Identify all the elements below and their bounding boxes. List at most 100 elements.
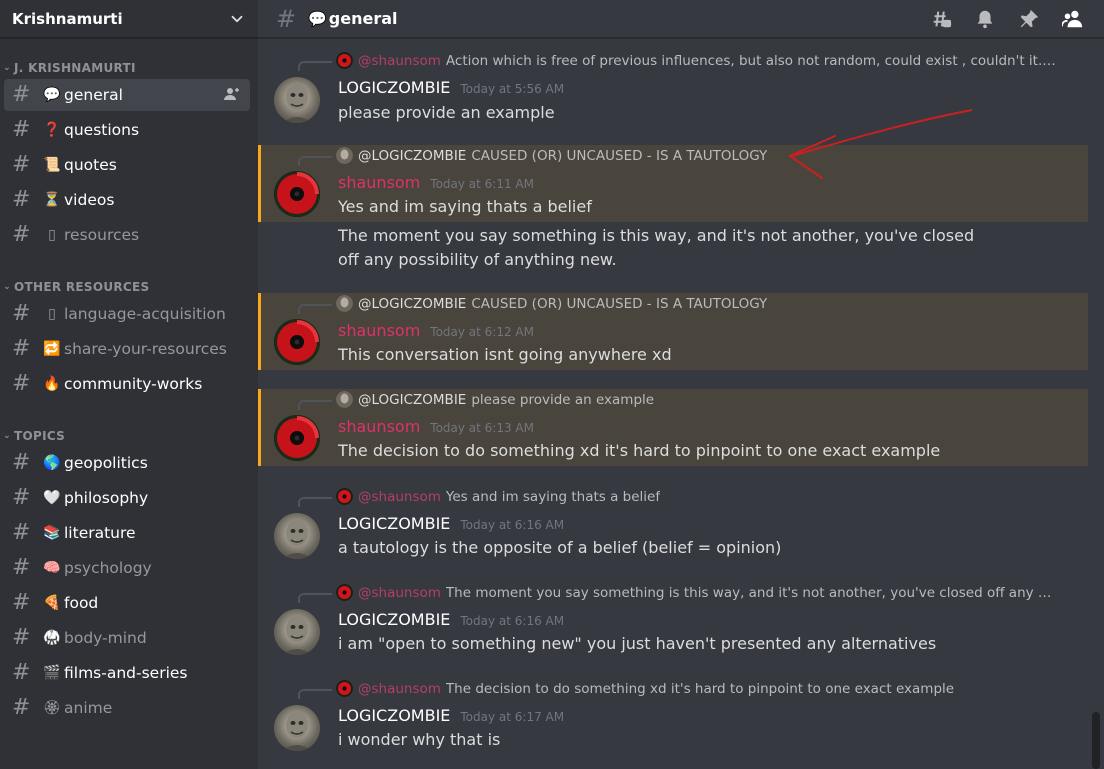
channel-questions[interactable]: # ❓ questions xyxy=(4,114,250,146)
reply-preview[interactable]: @shaunsom The decision to do something x… xyxy=(336,680,1056,697)
channel-label: general xyxy=(64,86,123,104)
user-avatar[interactable] xyxy=(274,171,320,217)
author-name[interactable]: shaunsom xyxy=(338,173,420,192)
chevron-down-icon[interactable] xyxy=(228,10,246,28)
reply-author[interactable]: @shaunsom xyxy=(358,681,441,697)
channel-general[interactable]: # 💬 general xyxy=(4,79,250,111)
author-line: shaunsom Today at 6:12 AM xyxy=(338,321,534,340)
reply-author[interactable]: @shaunsom xyxy=(358,585,441,601)
channel-list: ⌄ J. KRISHNAMURTI # 💬 general # ❓ questi… xyxy=(0,38,258,724)
server-name: Krishnamurti xyxy=(12,9,123,28)
author-name[interactable]: LOGICZOMBIE xyxy=(338,610,450,629)
channel-videos[interactable]: # ⏳ videos xyxy=(4,184,250,216)
heart-icon: 🤍 xyxy=(43,490,61,506)
channel-resources[interactable]: # ▯ resources xyxy=(4,219,250,251)
channel-literature[interactable]: # 📚 literature xyxy=(4,517,250,549)
message-content: Yes and im saying thats a belief xyxy=(338,197,592,216)
message-content: The decision to do something xd it's har… xyxy=(338,441,941,460)
message-mention[interactable]: @LOGICZOMBIE CAUSED (OR) UNCAUSED - IS A… xyxy=(258,293,1088,370)
message-mention[interactable]: @LOGICZOMBIE CAUSED (OR) UNCAUSED - IS A… xyxy=(258,145,1088,222)
reply-author[interactable]: @LOGICZOMBIE xyxy=(358,148,466,164)
threads-icon[interactable] xyxy=(928,6,954,32)
reply-connector xyxy=(298,593,332,603)
user-avatar[interactable] xyxy=(274,415,320,461)
channel-label: resources xyxy=(64,226,140,244)
message-content: i am "open to something new" you just ha… xyxy=(338,634,937,653)
reply-author[interactable]: @LOGICZOMBIE xyxy=(358,392,466,408)
channel-share-your-resources[interactable]: # 🔁 share-your-resources xyxy=(4,333,250,365)
hourglass-icon: ⏳ xyxy=(43,192,61,208)
book-icon: ▯ xyxy=(48,227,56,243)
pin-icon[interactable] xyxy=(1016,6,1042,32)
author-name[interactable]: LOGICZOMBIE xyxy=(338,514,450,533)
reply-preview[interactable]: @shaunsom The moment you say something i… xyxy=(336,584,1056,601)
reply-author[interactable]: @shaunsom xyxy=(358,53,441,69)
hashtag-icon: # xyxy=(12,301,31,326)
chevron-down-icon: ⌄ xyxy=(3,63,11,73)
message[interactable]: @shaunsom Action which is free of previo… xyxy=(258,50,1088,132)
reply-preview[interactable]: @LOGICZOMBIE CAUSED (OR) UNCAUSED - IS A… xyxy=(336,295,1056,312)
channel-quotes[interactable]: # 📜 quotes xyxy=(4,149,250,181)
user-avatar[interactable] xyxy=(274,609,320,655)
channel-label: share-your-resources xyxy=(64,340,227,358)
reply-preview[interactable]: @shaunsom Yes and im saying thats a beli… xyxy=(336,488,1056,505)
notification-bell-icon[interactable] xyxy=(972,6,998,32)
channel-community-works[interactable]: # 🔥 community-works xyxy=(4,368,250,400)
message[interactable]: @shaunsom The moment you say something i… xyxy=(258,582,1088,664)
zombie-avatar-icon xyxy=(336,295,353,312)
reply-author[interactable]: @shaunsom xyxy=(358,489,441,505)
poppy-avatar-icon xyxy=(336,488,353,505)
channel-label: anime xyxy=(64,699,113,717)
poppy-avatar-icon xyxy=(336,52,353,69)
server-header[interactable]: Krishnamurti xyxy=(0,0,258,38)
reply-connector xyxy=(298,497,332,507)
header-toolbar xyxy=(928,6,1086,32)
author-line: LOGICZOMBIE Today at 6:16 AM xyxy=(338,514,564,533)
reply-preview[interactable]: @LOGICZOMBIE CAUSED (OR) UNCAUSED - IS A… xyxy=(336,147,1056,164)
channel-psychology[interactable]: # 🧠 psychology xyxy=(4,552,250,584)
add-member-icon[interactable] xyxy=(224,87,240,104)
channel-body-mind[interactable]: # 🥋 body-mind xyxy=(4,622,250,654)
author-name[interactable]: LOGICZOMBIE xyxy=(338,706,450,725)
user-avatar[interactable] xyxy=(274,319,320,365)
category-j-krishnamurti[interactable]: ⌄ J. KRISHNAMURTI xyxy=(0,50,258,76)
channel-philosophy[interactable]: # 🤍 philosophy xyxy=(4,482,250,514)
member-list-icon[interactable] xyxy=(1060,6,1086,32)
martial-arts-icon: 🥋 xyxy=(43,630,61,646)
reply-preview[interactable]: @shaunsom Action which is free of previo… xyxy=(336,52,1056,69)
zombie-avatar-icon xyxy=(336,391,353,408)
author-line: LOGICZOMBIE Today at 6:16 AM xyxy=(338,610,564,629)
message[interactable]: @shaunsom Yes and im saying thats a beli… xyxy=(258,486,1088,568)
category-other-resources[interactable]: ⌄ OTHER RESOURCES xyxy=(0,269,258,295)
category-topics[interactable]: ⌄ TOPICS xyxy=(0,418,258,444)
message-mention[interactable]: @LOGICZOMBIE please provide an example s… xyxy=(258,389,1088,466)
channel-language-acquisition[interactable]: # ▯ language-acquisition xyxy=(4,298,250,330)
author-line: shaunsom Today at 6:13 AM xyxy=(338,417,534,436)
user-avatar[interactable] xyxy=(274,513,320,559)
scrollbar[interactable] xyxy=(1092,712,1100,769)
message[interactable]: @shaunsom The decision to do something x… xyxy=(258,678,1088,760)
channel-title: general xyxy=(328,9,398,28)
channel-films-and-series[interactable]: # 🎬 films-and-series xyxy=(4,657,250,689)
reply-author[interactable]: @LOGICZOMBIE xyxy=(358,296,466,312)
message-followup[interactable]: The moment you say something is this way… xyxy=(258,224,1088,274)
user-avatar[interactable] xyxy=(274,77,320,123)
author-name[interactable]: shaunsom xyxy=(338,321,420,340)
chat-header: # 💬 general xyxy=(258,0,1104,38)
channel-geopolitics[interactable]: # 🌎 geopolitics xyxy=(4,447,250,479)
timestamp: Today at 6:13 AM xyxy=(430,421,534,435)
reply-preview[interactable]: @LOGICZOMBIE please provide an example xyxy=(336,391,1056,408)
author-line: LOGICZOMBIE Today at 6:17 AM xyxy=(338,706,564,725)
hashtag-icon: # xyxy=(12,187,31,212)
channel-anime[interactable]: # 🏵 anime xyxy=(4,692,250,724)
author-name[interactable]: shaunsom xyxy=(338,417,420,436)
user-avatar[interactable] xyxy=(274,705,320,751)
channel-label: videos xyxy=(64,191,115,209)
channel-label: food xyxy=(64,594,99,612)
channel-food[interactable]: # 🍕 food xyxy=(4,587,250,619)
repeat-icon: 🔁 xyxy=(43,341,61,357)
hashtag-icon: # xyxy=(12,520,31,545)
author-name[interactable]: LOGICZOMBIE xyxy=(338,78,450,97)
category-label: J. KRISHNAMURTI xyxy=(14,61,136,75)
channel-label: language-acquisition xyxy=(64,305,226,323)
